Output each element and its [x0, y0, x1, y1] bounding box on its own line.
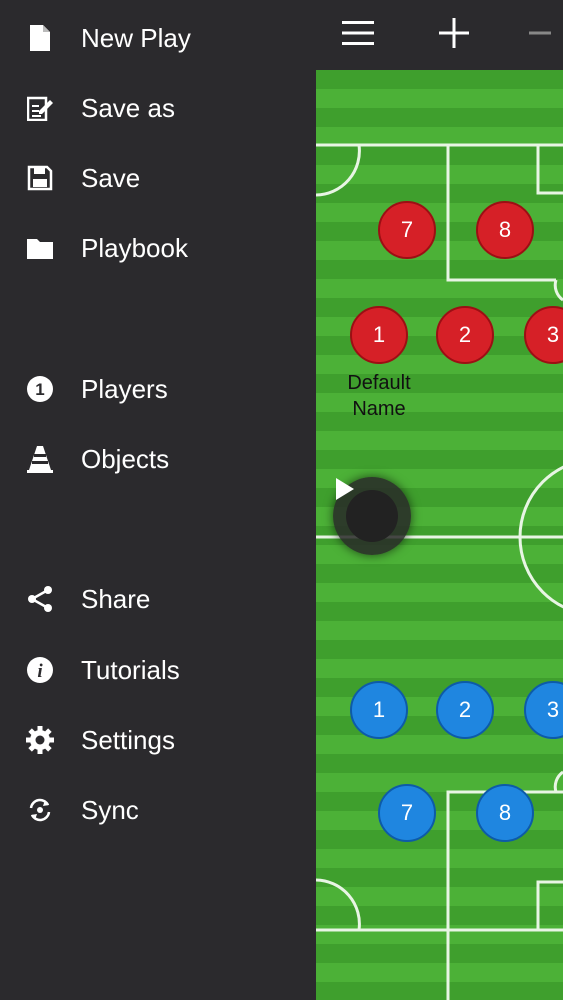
minus-icon [521, 18, 551, 53]
menu-item-objects[interactable]: Objects [0, 429, 316, 489]
cone-icon [26, 445, 54, 473]
play-button-inner [336, 478, 398, 542]
menu-label: Playbook [81, 233, 188, 263]
menu-label: Share [81, 584, 151, 614]
menu-item-new-play[interactable]: New Play [0, 8, 316, 68]
menu-item-playbook[interactable]: Playbook [0, 218, 316, 278]
zoom-out-button[interactable] [521, 13, 563, 57]
menu-item-sync[interactable]: Sync [0, 780, 316, 840]
player-red-7[interactable]: 7 [378, 201, 436, 259]
player-blue-1[interactable]: 1 [350, 681, 408, 739]
player-blue-2[interactable]: 2 [436, 681, 494, 739]
menu-item-settings[interactable]: Settings [0, 710, 316, 770]
add-button[interactable] [432, 13, 476, 57]
menu-item-save[interactable]: Save [0, 148, 316, 208]
menu-label: New Play [81, 23, 191, 53]
info-icon: i [26, 656, 54, 684]
menu-label: Settings [81, 725, 175, 755]
number-one-circle-icon: 1 [26, 375, 54, 403]
share-icon [26, 585, 54, 613]
player-name-line: Default [347, 372, 411, 394]
menu-button[interactable] [336, 13, 380, 57]
player-name-label: Default Name [334, 370, 424, 422]
player-name-line: Name [352, 398, 406, 420]
menu-item-save-as[interactable]: Save as [0, 78, 316, 138]
menu-item-tutorials[interactable]: i Tutorials [0, 640, 316, 700]
gear-icon [26, 726, 54, 754]
edit-document-icon [26, 94, 54, 122]
menu-label: Objects [81, 444, 170, 474]
menu-label: Players [81, 374, 168, 404]
svg-text:1: 1 [35, 380, 44, 399]
menu-item-share[interactable]: Share [0, 569, 316, 629]
sync-icon [26, 796, 54, 824]
player-blue-7[interactable]: 7 [378, 784, 436, 842]
player-blue-8[interactable]: 8 [476, 784, 534, 842]
svg-text:i: i [37, 661, 43, 682]
player-red-8[interactable]: 8 [476, 201, 534, 259]
menu-label: Sync [81, 795, 139, 825]
menu-item-players[interactable]: 1 Players [0, 359, 316, 419]
menu-label: Tutorials [81, 655, 180, 685]
play-button[interactable] [333, 477, 411, 555]
toolbar [316, 0, 563, 70]
play-icon [336, 478, 354, 500]
folder-icon [26, 234, 54, 262]
hamburger-icon [342, 19, 374, 52]
play-board: 7 8 1 2 3 Default Name 1 2 3 7 8 [316, 0, 563, 1000]
side-menu: New Play Save as Save Playbook 1 Players… [0, 0, 316, 1000]
player-red-1[interactable]: 1 [350, 306, 408, 364]
menu-label: Save [81, 163, 141, 193]
soccer-pitch[interactable]: 7 8 1 2 3 Default Name 1 2 3 7 8 [316, 70, 563, 1000]
plus-icon [439, 17, 469, 53]
floppy-disk-icon [26, 164, 54, 192]
menu-label: Save as [81, 93, 175, 123]
document-icon [26, 24, 54, 52]
player-red-2[interactable]: 2 [436, 306, 494, 364]
